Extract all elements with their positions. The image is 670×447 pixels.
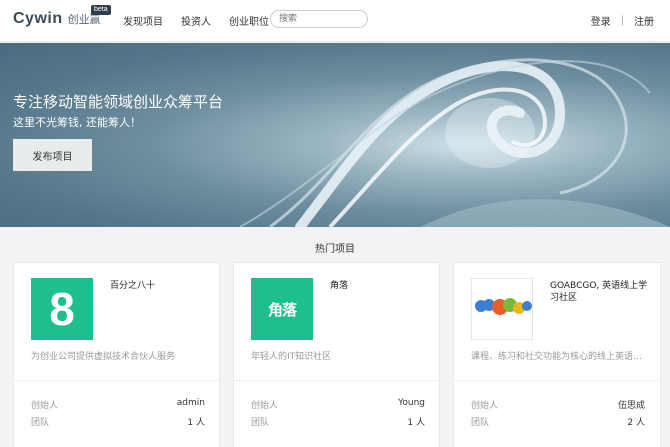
hero-title: 专注移动智能领域创业众筹平台	[13, 93, 224, 111]
project-logo-jiaoluo[interactable]: 角落	[251, 278, 313, 340]
team-value: 1 人	[407, 418, 425, 428]
founder-value: 伍思成	[617, 401, 645, 411]
main-nav: 发现项目 投资人 创业职位	[123, 13, 287, 28]
project-name[interactable]: 百分之八十	[110, 280, 214, 292]
logo-jiaoluo-glyph: 角落	[267, 300, 297, 319]
project-description: 年轻人的IT知识社区	[251, 352, 332, 362]
logo-eight-glyph: 8	[49, 283, 75, 335]
founder-label: 创始人	[471, 401, 499, 411]
project-description: 课程、练习和社交功能为核心的线上英语教学...	[471, 352, 649, 362]
card-divider	[234, 380, 439, 381]
project-logo-eight[interactable]: 8	[31, 278, 93, 340]
team-row: 团队 1 人	[251, 415, 425, 428]
project-name[interactable]: 角落	[330, 280, 434, 292]
register-link[interactable]: 注册	[634, 13, 654, 28]
login-link[interactable]: 登录	[591, 13, 611, 28]
project-card[interactable]: GOABCGO, 英语线上学习社区 课程、练习和社交功能为核心的线上英语教学..…	[453, 262, 661, 447]
founder-row: 创始人 Young	[251, 398, 425, 411]
founder-value: admin	[176, 398, 205, 408]
goabcgo-logo-image	[475, 298, 532, 315]
card-divider	[454, 380, 659, 381]
team-label: 团队	[251, 418, 270, 428]
team-row: 团队 1 人	[31, 415, 205, 428]
project-name[interactable]: GOABCGO, 英语线上学习社区	[550, 280, 654, 304]
auth-separator: |	[620, 15, 624, 26]
team-value: 1 人	[187, 418, 205, 428]
project-card[interactable]: 角落 角落 年轻人的IT知识社区 创始人 Young 团队 1 人	[233, 262, 440, 447]
search-input[interactable]	[270, 10, 368, 28]
team-label: 团队	[31, 418, 50, 428]
nav-startup-jobs[interactable]: 创业职位	[229, 13, 269, 28]
card-divider	[14, 380, 219, 381]
hero-subtitle: 这里不光筹钱, 还能筹人！	[13, 116, 141, 129]
hot-projects-title: 热门项目	[315, 244, 355, 255]
site-logo[interactable]: Cywin 创业赢 beta	[13, 5, 111, 32]
hero-banner: 专注移动智能领域创业众筹平台 这里不光筹钱, 还能筹人！ 发布项目	[0, 43, 670, 227]
project-logo-goabcgo[interactable]	[471, 278, 533, 340]
team-row: 团队 2 人	[471, 415, 645, 428]
wave-illustration	[239, 58, 670, 227]
project-description: 为创业公司提供虚拟技术合伙人服务	[31, 352, 176, 362]
founder-row: 创始人 admin	[31, 398, 205, 411]
auth-links: 登录 | 注册	[591, 13, 654, 28]
founder-row: 创始人 伍思成	[471, 398, 645, 411]
publish-project-button[interactable]: 发布项目	[13, 139, 92, 171]
team-label: 团队	[471, 418, 490, 428]
founder-label: 创始人	[31, 401, 59, 411]
top-header: Cywin 创业赢 beta 发现项目 投资人 创业职位 登录 | 注册	[0, 0, 670, 42]
project-card[interactable]: 8 百分之八十 为创业公司提供虚拟技术合伙人服务 创始人 admin 团队 1 …	[13, 262, 220, 447]
beta-badge: beta	[91, 5, 111, 15]
team-value: 2 人	[627, 418, 645, 428]
nav-discover-projects[interactable]: 发现项目	[123, 13, 163, 28]
founder-value: Young	[398, 398, 425, 408]
nav-investors[interactable]: 投资人	[181, 13, 211, 28]
logo-text-en: Cywin	[13, 10, 63, 27]
founder-label: 创始人	[251, 401, 279, 411]
